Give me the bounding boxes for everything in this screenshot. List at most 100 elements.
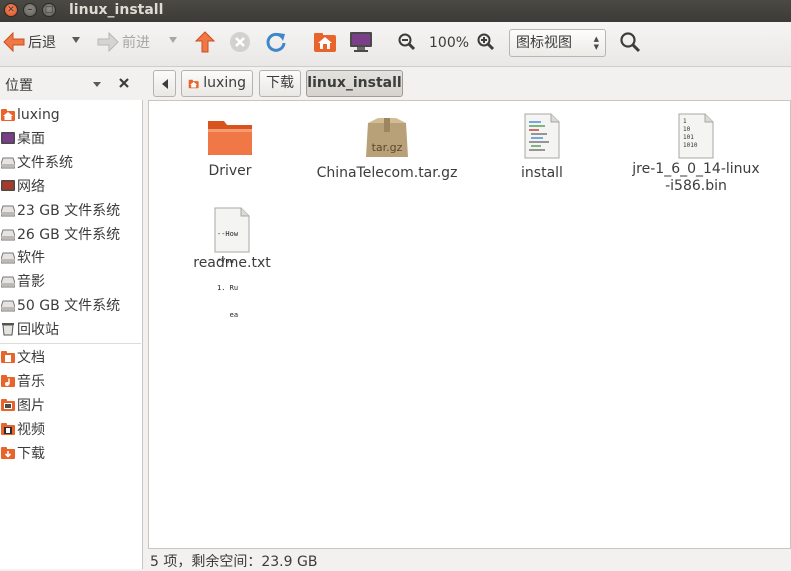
drive-icon bbox=[1, 300, 15, 312]
file-item[interactable]: tar.gz ChinaTelecom.tar.gz bbox=[312, 117, 462, 182]
maximize-icon: □ bbox=[44, 5, 54, 15]
toolbar: 后退 前进 100% 图标视图 ▲ ▼ bbox=[0, 22, 791, 67]
computer-button[interactable] bbox=[349, 31, 373, 53]
videos-folder-icon bbox=[1, 423, 15, 435]
script-file-icon bbox=[524, 113, 560, 159]
sidebar-item-26gb[interactable]: 26 GB 文件系统 bbox=[0, 223, 142, 245]
downloads-folder-icon bbox=[1, 447, 15, 459]
sidebar-item-label: 26 GB 文件系统 bbox=[17, 227, 121, 243]
file-preview-line: --How bbox=[217, 230, 239, 238]
sidebar-item-label: 下载 bbox=[17, 446, 45, 462]
home-folder-icon bbox=[1, 109, 15, 121]
network-icon bbox=[1, 180, 15, 191]
file-item[interactable]: 1 10 101 1010 jre-1_6_0_14-linux-i586.bi… bbox=[621, 113, 771, 195]
forward-button[interactable]: 前进 bbox=[96, 31, 150, 53]
sidebar-item-media[interactable]: 音影 bbox=[0, 270, 142, 292]
close-window-button[interactable]: ✕ bbox=[4, 3, 18, 17]
sidebar-item-label: 50 GB 文件系统 bbox=[17, 298, 121, 314]
file-view[interactable]: Driver tar.gz ChinaTelecom.tar.gz instal… bbox=[148, 100, 791, 549]
file-name: install bbox=[521, 165, 563, 181]
sidebar-item-luxing[interactable]: luxing bbox=[0, 104, 142, 126]
sidebar-item-50gb[interactable]: 50 GB 文件系统 bbox=[0, 294, 142, 316]
maximize-window-button[interactable]: □ bbox=[42, 3, 56, 17]
drive-icon bbox=[1, 157, 15, 169]
search-button[interactable] bbox=[619, 31, 641, 53]
chevron-down-icon bbox=[72, 37, 80, 43]
file-preview-line: 1010 bbox=[683, 142, 698, 149]
zoom-out-button[interactable] bbox=[398, 33, 416, 51]
zoom-in-button[interactable] bbox=[477, 33, 495, 51]
file-name: ChinaTelecom.tar.gz bbox=[316, 165, 458, 181]
sidebar-item-downloads[interactable]: 下载 bbox=[0, 442, 142, 464]
sidebar-item-documents[interactable]: 文档 bbox=[0, 346, 142, 368]
sidebar-item-videos[interactable]: 视频 bbox=[0, 418, 142, 440]
breadcrumb-label: luxing bbox=[203, 75, 246, 91]
trash-icon bbox=[2, 323, 14, 336]
sidebar-item-software[interactable]: 软件 bbox=[0, 246, 142, 268]
drive-icon bbox=[1, 205, 15, 217]
sidebar-item-music[interactable]: 音乐 bbox=[0, 370, 142, 392]
sidebar-item-label: 视频 bbox=[17, 422, 45, 438]
sidebar-item-network[interactable]: 网络 bbox=[0, 175, 142, 197]
file-name: jre-1_6_0_14-linux-i586.bin bbox=[632, 161, 760, 194]
home-folder-icon bbox=[314, 33, 336, 52]
sidebar-item-label: 文档 bbox=[17, 350, 45, 366]
back-label: 后退 bbox=[28, 35, 56, 51]
file-preview-line: ea bbox=[217, 311, 239, 319]
breadcrumb-downloads[interactable]: 下载 bbox=[259, 70, 301, 97]
breadcrumb-back-button[interactable] bbox=[153, 70, 176, 97]
stop-icon bbox=[230, 32, 250, 52]
sidebar-item-label: 软件 bbox=[17, 250, 45, 266]
reload-button[interactable] bbox=[265, 31, 287, 53]
sidebar-item-filesystem[interactable]: 文件系统 bbox=[0, 151, 142, 173]
location-bar: 位置 luxing 下载 linux_install bbox=[0, 66, 791, 100]
sidebar-item-trash[interactable]: 回收站 bbox=[0, 318, 142, 340]
zoom-level[interactable]: 100% bbox=[429, 35, 469, 51]
pictures-folder-icon bbox=[1, 399, 15, 411]
close-sidebar-icon[interactable] bbox=[118, 77, 130, 89]
breadcrumb-label: 下载 bbox=[266, 75, 294, 91]
chevron-left-icon bbox=[161, 78, 168, 89]
sidebar-item-label: 音乐 bbox=[17, 374, 45, 390]
chevron-down-icon bbox=[169, 37, 177, 43]
file-preview-line: *You bbox=[217, 257, 234, 265]
window-title: linux_install bbox=[69, 2, 164, 18]
file-preview-line: 10 bbox=[683, 126, 691, 133]
sidebar-item-label: 文件系统 bbox=[17, 155, 73, 171]
breadcrumb-label: linux_install bbox=[307, 75, 402, 91]
file-preview-line: 101 bbox=[683, 134, 694, 141]
sidebar-item-pictures[interactable]: 图片 bbox=[0, 394, 142, 416]
sidebar-item-desktop[interactable]: 桌面 bbox=[0, 127, 142, 149]
up-button[interactable] bbox=[194, 30, 216, 54]
breadcrumb-current[interactable]: linux_install bbox=[306, 70, 403, 97]
sidebar-title: 位置 bbox=[5, 78, 33, 94]
sidebar-item-23gb[interactable]: 23 GB 文件系统 bbox=[0, 199, 142, 221]
home-button[interactable] bbox=[313, 31, 337, 53]
drive-icon bbox=[1, 252, 15, 264]
view-mode-select[interactable]: 图标视图 ▲ ▼ bbox=[509, 29, 606, 57]
back-history-dropdown[interactable] bbox=[71, 36, 81, 44]
breadcrumb-home[interactable]: luxing bbox=[181, 70, 253, 97]
sidebar-dropdown-icon[interactable] bbox=[92, 81, 102, 88]
forward-arrow-icon bbox=[97, 31, 119, 53]
stop-button[interactable] bbox=[229, 31, 251, 53]
title-bar: ✕ – □ linux_install bbox=[0, 0, 791, 22]
file-item[interactable]: install bbox=[467, 113, 617, 182]
forward-history-dropdown[interactable] bbox=[168, 36, 178, 44]
documents-folder-icon bbox=[1, 351, 15, 363]
sidebar-item-label: luxing bbox=[17, 107, 60, 123]
view-mode-value: 图标视图 bbox=[516, 35, 572, 51]
sidebar: luxing 桌面 文件系统 网络 23 GB 文件系统 26 GB 文件系统 … bbox=[0, 100, 143, 569]
zoom-in-icon bbox=[477, 33, 495, 51]
sidebar-item-label: 桌面 bbox=[17, 131, 45, 147]
back-button[interactable]: 后退 bbox=[2, 31, 56, 53]
drive-icon bbox=[1, 276, 15, 288]
file-item[interactable]: --How *You 1. Ru ea readme.txt bbox=[157, 207, 307, 319]
reload-icon bbox=[266, 32, 286, 52]
sidebar-divider bbox=[0, 343, 141, 344]
minimize-window-button[interactable]: – bbox=[23, 3, 37, 17]
file-item[interactable]: Driver bbox=[155, 117, 305, 180]
search-icon bbox=[620, 32, 641, 53]
close-icon: ✕ bbox=[7, 5, 15, 15]
sidebar-item-label: 图片 bbox=[17, 398, 45, 414]
